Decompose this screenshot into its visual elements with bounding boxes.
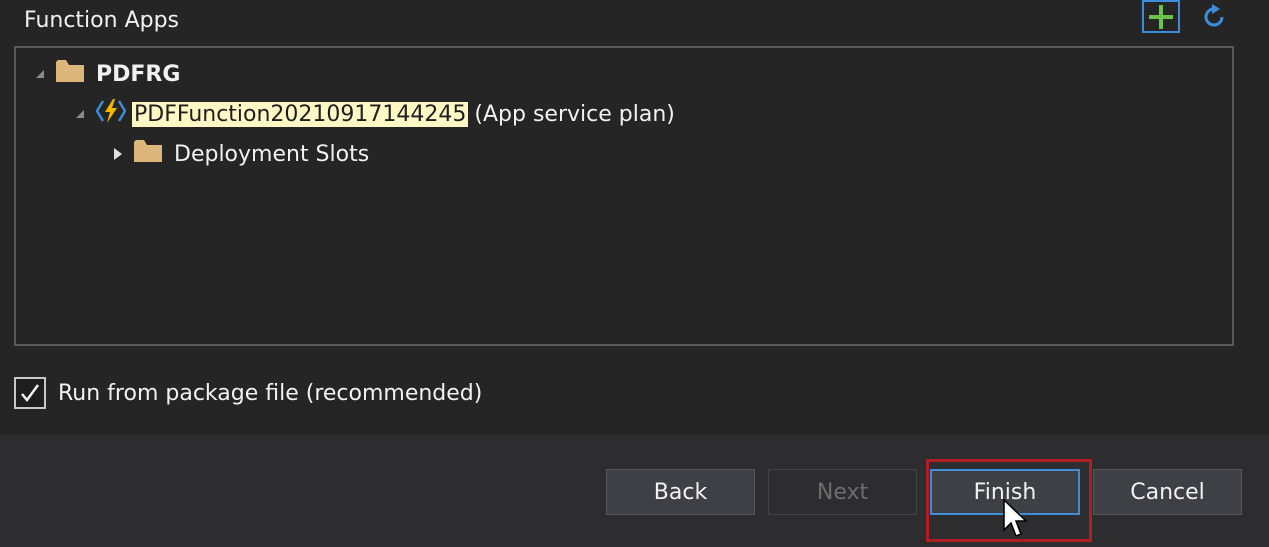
- refresh-button[interactable]: [1196, 0, 1232, 33]
- folder-icon: [134, 140, 162, 168]
- section-title: Function Apps: [24, 8, 180, 33]
- mouse-cursor-icon: [1003, 498, 1029, 543]
- tree-node-function-app[interactable]: PDFFunction20210917144245 (App service p…: [72, 96, 675, 132]
- function-app-plan: (App service plan): [474, 101, 675, 127]
- function-apps-tree[interactable]: PDFRG PDFFunction20210917144245 (App ser…: [14, 46, 1234, 346]
- expand-icon[interactable]: [110, 146, 126, 162]
- run-from-package-checkbox[interactable]: [14, 377, 46, 409]
- tree-node-resource-group[interactable]: PDFRG: [32, 56, 180, 92]
- collapse-icon[interactable]: [72, 106, 88, 122]
- refresh-icon: [1204, 3, 1224, 26]
- folder-icon: [56, 60, 84, 88]
- tree-node-deployment-slots[interactable]: Deployment Slots: [110, 136, 369, 172]
- checkmark-icon: [21, 384, 40, 403]
- run-from-package-label[interactable]: Run from package file (recommended): [58, 381, 482, 406]
- add-function-app-button[interactable]: [1142, 0, 1180, 33]
- plus-icon: [1149, 4, 1173, 29]
- deployment-slots-label: Deployment Slots: [174, 141, 370, 167]
- function-app-name: PDFFunction20210917144245: [132, 101, 469, 127]
- resource-group-label: PDFRG: [96, 61, 181, 87]
- collapse-icon[interactable]: [32, 66, 48, 82]
- publish-dialog: Function Apps PDFRG PDFFunction202109171…: [0, 0, 1269, 547]
- back-button[interactable]: Back: [606, 469, 755, 515]
- azure-function-icon: [95, 98, 127, 130]
- cancel-button[interactable]: Cancel: [1093, 469, 1242, 515]
- next-button[interactable]: Next: [768, 469, 917, 515]
